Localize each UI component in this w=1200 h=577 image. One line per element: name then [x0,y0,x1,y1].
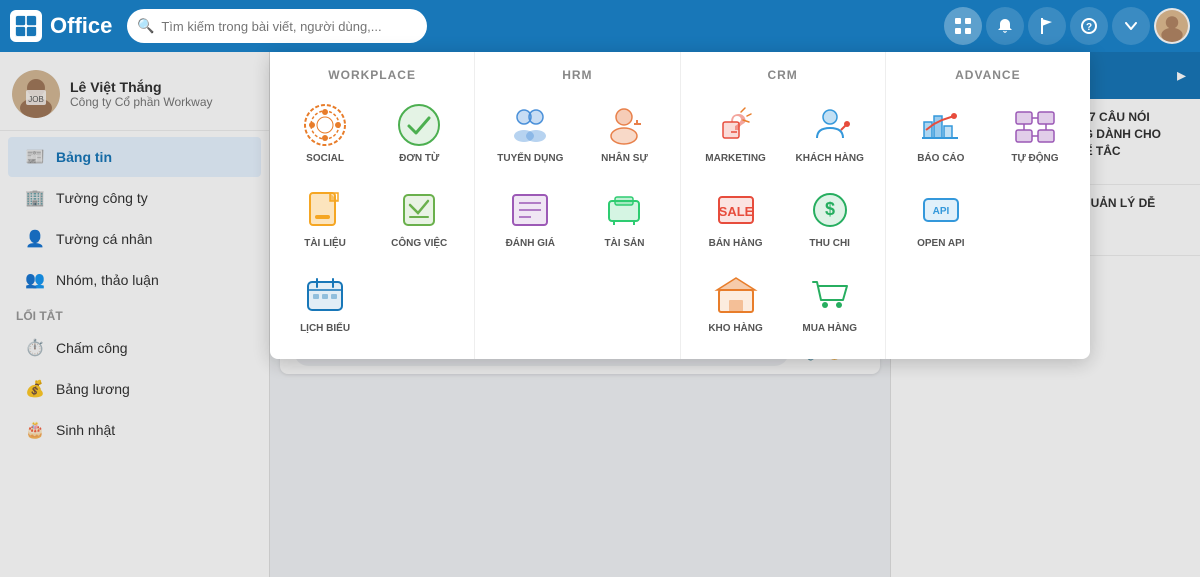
thuchi-label: THU CHI [809,238,850,250]
danhgia-icon [507,187,553,233]
donthu-icon [396,102,442,148]
tailieu-icon [302,187,348,233]
search-container: 🔍 [127,9,427,43]
help-button[interactable]: ? [1070,7,1108,45]
danhgia-label: ĐÁNH GIÁ [506,238,555,250]
hrm-title: HRM [485,68,669,82]
search-input[interactable] [127,9,427,43]
muahang-label: MUA HÀNG [802,323,857,335]
nhansu-label: NHÂN SỰ [601,153,648,165]
menu-item-social[interactable]: SOCIAL [280,94,370,173]
openapi-icon: API [918,187,964,233]
congviec-label: CÔNG VIỆC [391,238,447,250]
notifications-button[interactable] [986,7,1024,45]
advance-grid: BÁO CÁO [896,94,1080,258]
menu-item-congviec[interactable]: CÔNG VIỆC [374,179,464,258]
mega-col-crm: CRM MARKETING [681,52,886,359]
topnav-icons: ? [944,7,1190,45]
taisan-label: TÀI SẢN [604,238,644,250]
menu-item-thuchi[interactable]: $ THU CHI [785,179,875,258]
openapi-label: OPEN API [917,238,964,250]
topnav: Office 🔍 [0,0,1200,52]
mega-col-advance: ADVANCE BÁO CÁO [886,52,1090,359]
baocao-label: BÁO CÁO [917,153,964,165]
menu-item-donthu[interactable]: ĐƠN TỪ [374,94,464,173]
lichbieu-icon [302,272,348,318]
app-logo[interactable]: Office [10,10,112,42]
menu-item-danhgia[interactable]: ĐÁNH GIÁ [485,179,575,258]
svg-text:?: ? [1086,22,1092,33]
tuyendung-icon [507,102,553,148]
user-avatar[interactable] [1154,8,1190,44]
search-icon: 🔍 [137,18,154,35]
logo-icon [10,10,42,42]
social-label: SOCIAL [306,153,344,165]
menu-item-nhansu[interactable]: NHÂN SỰ [579,94,669,173]
social-icon [302,102,348,148]
workplace-title: WORKPLACE [280,68,464,82]
menu-item-banhang[interactable]: SALE BÁN HÀNG [691,179,781,258]
menu-item-marketing[interactable]: MARKETING [691,94,781,173]
muahang-icon [807,272,853,318]
thuchi-icon: $ [807,187,853,233]
banhang-icon: SALE [713,187,759,233]
menu-item-muahang[interactable]: MUA HÀNG [785,264,875,343]
baocao-icon [918,102,964,148]
banhang-label: BÁN HÀNG [709,238,763,250]
app-name: Office [50,13,112,39]
mega-col-hrm: HRM TUYỂN DỤNG [475,52,680,359]
dropdown-button[interactable] [1112,7,1150,45]
khohang-icon [713,272,759,318]
menu-item-khohang[interactable]: KHO HÀNG [691,264,781,343]
marketing-icon [713,102,759,148]
svg-text:API: API [932,206,949,217]
menu-item-khachhang[interactable]: KHÁCH HÀNG [785,94,875,173]
menu-item-openapi[interactable]: API OPEN API [896,179,986,258]
congviec-icon [396,187,442,233]
tuyendung-label: TUYỂN DỤNG [497,153,563,165]
menu-item-baocao[interactable]: BÁO CÁO [896,94,986,173]
khohang-label: KHO HÀNG [708,323,762,335]
taisan-icon [601,187,647,233]
tudong-icon [1012,102,1058,148]
nhansu-icon [601,102,647,148]
advance-title: ADVANCE [896,68,1080,82]
khachhang-label: KHÁCH HÀNG [796,153,864,165]
lichbieu-label: LỊCH BIỂU [300,323,350,335]
tudong-label: TỰ ĐỘNG [1011,153,1058,165]
workplace-grid: SOCIAL ĐƠN TỪ [280,94,464,343]
crm-grid: MARKETING KHÁCH HÀNG [691,94,875,343]
flag-button[interactable] [1028,7,1066,45]
menu-item-taisan[interactable]: TÀI SẢN [579,179,669,258]
hrm-grid: TUYỂN DỤNG NHÂN SỰ [485,94,669,258]
khachhang-icon [807,102,853,148]
svg-text:$: $ [825,199,835,219]
menu-item-lichbieu[interactable]: LỊCH BIỂU [280,264,370,343]
grid-menu-button[interactable] [944,7,982,45]
marketing-label: MARKETING [705,153,766,165]
crm-title: CRM [691,68,875,82]
menu-item-tudong[interactable]: TỰ ĐỘNG [990,94,1080,173]
donthu-label: ĐƠN TỪ [399,153,439,165]
menu-item-tuyendung[interactable]: TUYỂN DỤNG [485,94,575,173]
mega-menu: WORKPLACE SOCIAL [270,52,1090,359]
menu-item-tailieu[interactable]: TÀI LIỆU [280,179,370,258]
mega-col-workplace: WORKPLACE SOCIAL [270,52,475,359]
tailieu-label: TÀI LIỆU [304,238,346,250]
svg-text:SALE: SALE [718,204,753,219]
